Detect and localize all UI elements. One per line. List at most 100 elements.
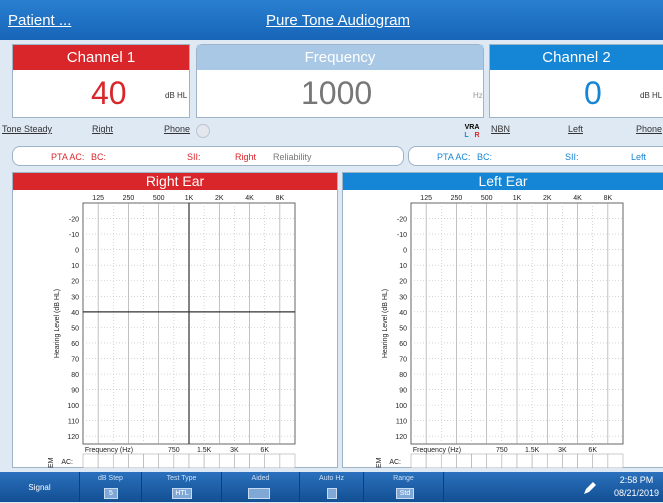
masking-cell [577,453,594,468]
frequency-tick-label: 4K [573,195,582,202]
right-ear-panel: Right Ear -20 -10 0 10 20 30 40 50 60 70 80 90 100 11… [12,172,338,468]
db-step-control[interactable]: dB Step 5 [80,472,142,502]
level-tick-label: 90 [399,388,407,395]
level-tick-label: 40 [399,310,407,317]
level-tick-label: 20 [399,279,407,286]
ac-row-label: AC: [61,459,73,466]
channel2-transducer-label[interactable]: Phone [636,124,662,134]
masking-cell [440,453,457,468]
level-tick-label: 110 [396,419,407,426]
masking-cell [173,453,190,468]
em-label: dB EM [376,457,383,468]
frequency-tick-label: 2K [215,195,224,202]
frequency-tick-label: 500 [153,195,165,202]
level-tick-label: 100 [67,403,79,410]
level-tick-label: 80 [399,372,407,379]
channel1-transducer-label[interactable]: Phone [164,124,190,134]
right-pta-bar: PTA AC: BC: SII: Right Reliability [12,146,404,166]
ac-row-label: AC: [389,459,401,466]
frequency-tick-label: 4K [245,195,254,202]
masking-cell [501,453,518,468]
channel1-ear-label[interactable]: Right [92,124,113,134]
tone-type-label[interactable]: Tone Steady [2,124,52,134]
half-octave-label: 1.5K [197,447,212,454]
level-tick-label: 20 [71,279,79,286]
half-octave-label: 750 [168,447,180,454]
frequency-title: Frequency [197,45,483,70]
clock: 2:58 PM 08/21/2019 [614,474,659,500]
vra-left: L [464,132,469,139]
auto-hz-control[interactable]: Auto Hz [300,472,364,502]
channel2-unit: dB HL [640,91,663,100]
db-step-label: dB Step [98,475,123,482]
frequency-bottom-label: Frequency (Hz) [85,447,133,454]
masking-cell [158,453,175,468]
masking-cell [531,453,548,468]
range-value[interactable]: Std [396,488,414,499]
channel1-value: 40 [91,75,127,111]
left-sii: SII: [565,152,579,162]
level-tick-label: 70 [399,356,407,363]
bottom-toolbar: Signal dB Step 5 Test Type HTL Aided Aut… [0,472,663,502]
half-octave-label: 3K [558,447,567,454]
reliability-label[interactable]: Reliability [273,152,312,162]
frequency-tick-label: 8K [276,195,285,202]
channel2-stimulus-label[interactable]: NBN [491,124,510,134]
level-tick-label: 110 [68,419,79,426]
frequency-unit: Hz [473,91,483,100]
level-tick-label: 80 [71,372,79,379]
test-type-value[interactable]: HTL [172,488,192,499]
masking-cell [82,453,99,468]
level-tick-label: 40 [71,310,79,317]
signal-button[interactable]: Signal [0,472,80,502]
clock-date: 08/21/2019 [613,488,659,498]
right-ear-audiogram[interactable]: -20 -10 0 10 20 30 40 50 60 70 80 90 100 110 120 125 250… [13,190,337,468]
right-ear-label: Right [235,152,257,162]
half-octave-label: 3K [230,447,239,454]
channel2-panel[interactable]: Channel 2 0 dB HL [489,44,663,118]
db-step-value[interactable]: 5 [104,488,118,499]
channel1-title: Channel 1 [13,45,189,70]
level-tick-label: 0 [75,248,79,255]
frequency-bottom-label: Frequency (Hz) [413,447,461,454]
left-pta-ac: PTA AC: [437,152,471,162]
left-ear-panel: Left Ear -20 -10 0 10 20 30 40 50 60 70 80 90 100 110… [342,172,663,468]
vra-label: VRA [464,124,480,131]
frequency-panel[interactable]: Frequency 1000 Hz [196,44,484,118]
level-tick-label: -10 [69,232,79,239]
masking-cell [234,453,250,468]
channel2-value: 0 [584,75,602,111]
level-tick-label: -20 [69,217,79,224]
masking-cell [143,453,160,468]
auto-hz-label: Auto Hz [319,475,344,482]
test-type-control[interactable]: Test Type HTL [142,472,222,502]
test-type-label: Test Type [166,475,197,482]
masking-cell [410,453,427,468]
masking-cell [112,453,129,468]
channel1-panel[interactable]: Channel 1 40 dB HL [12,44,190,118]
vra-right: R [474,132,480,139]
level-tick-label: 10 [71,263,79,270]
left-ear-audiogram[interactable]: -20 -10 0 10 20 30 40 50 60 70 80 90 100 110 120 125 250… [343,190,663,468]
channel2-ear-label[interactable]: Left [568,124,583,134]
channel1-unit: dB HL [165,91,188,100]
left-ear-label: Left [631,152,647,162]
left-pta-bc: BC: [477,152,493,162]
aided-label: Aided [251,475,270,482]
patient-link[interactable]: Patient ... [8,12,71,29]
signal-label: Signal [28,483,51,492]
range-control[interactable]: Range Std [364,472,444,502]
talkover-toggle[interactable] [196,124,210,138]
half-octave-label: 1.5K [525,447,540,454]
app-title[interactable]: Pure Tone Audiogram [266,12,410,29]
pen-icon[interactable] [580,478,600,498]
auto-hz-checkbox[interactable] [327,488,337,499]
clock-time: 2:58 PM [619,475,654,485]
aided-value[interactable] [248,488,270,499]
masking-cell [562,453,578,468]
vra-indicator[interactable]: VRA L R [458,124,486,142]
aided-control[interactable]: Aided [222,472,300,502]
right-ear-title: Right Ear [13,173,337,190]
level-tick-label: 30 [71,294,79,301]
masking-cell [592,453,609,468]
